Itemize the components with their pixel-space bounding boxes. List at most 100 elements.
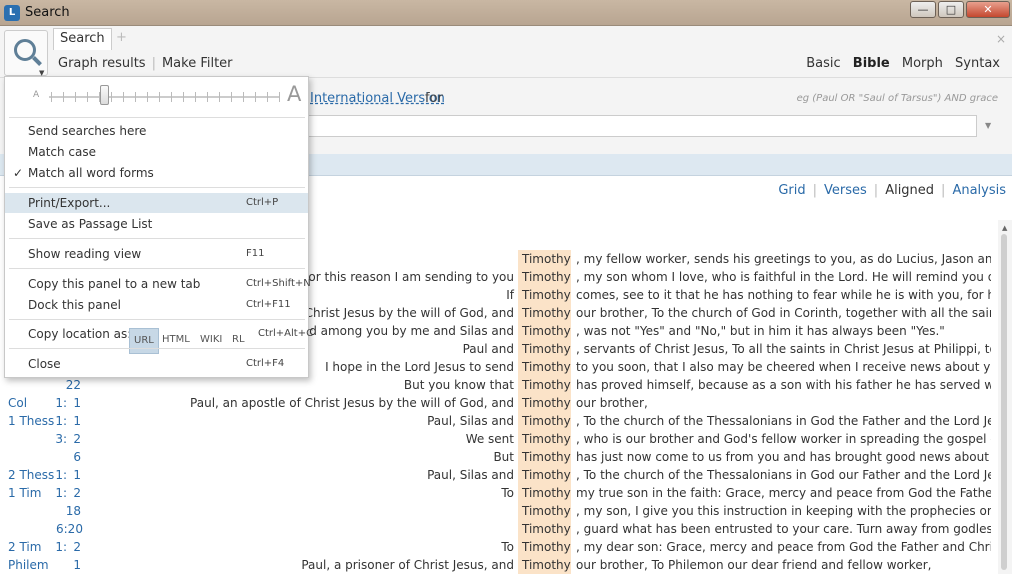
result-row[interactable]: Col 1: 1 Paul, an apostle of Christ Jesus b…: [0, 394, 998, 412]
scroll-up-icon[interactable]: ▲: [1002, 224, 1007, 232]
result-book-ref[interactable]: Col: [8, 394, 27, 412]
menu-item-label: Copy this panel to a new tab: [28, 277, 201, 291]
slider-tick: [171, 92, 172, 102]
result-verse-ref[interactable]: 6: [56, 448, 81, 466]
add-tab-button[interactable]: +: [116, 30, 127, 45]
result-context-after: , my son, I give you this instruction in…: [576, 504, 991, 518]
minimize-button[interactable]: —: [910, 1, 936, 18]
menu-separator: [9, 348, 305, 349]
close-panel-icon[interactable]: ×: [996, 32, 1006, 46]
result-match-term: Timothy: [518, 304, 571, 322]
result-verse-ref[interactable]: 2: [56, 484, 81, 502]
slider-tick: [51, 92, 52, 102]
result-row[interactable]: Philem 1 Paul, a prisoner of Christ Jesus,…: [0, 556, 998, 574]
result-context-after: , servants of Christ Jesus, To all the s…: [576, 342, 991, 356]
result-context-before: Paul, Silas and: [427, 414, 514, 428]
result-context-after: my true son in the faith: Grace, mercy a…: [576, 486, 991, 500]
mode-morph[interactable]: Morph: [902, 56, 943, 71]
slider-tick: [207, 92, 208, 102]
result-row[interactable]: 1 Tim 1: 2 To Timothy my true son in the fait…: [0, 484, 998, 502]
result-context-after: , my fellow worker, sends his greetings …: [576, 252, 991, 266]
menu-close[interactable]: Close Ctrl+F4: [5, 354, 308, 374]
result-row[interactable]: 2 Thess 1: 1 Paul, Silas and Timothy, To the…: [0, 466, 998, 484]
result-row[interactable]: 22 But you know that Timothy has proved him…: [0, 376, 998, 394]
result-verse-ref[interactable]: 2: [56, 538, 81, 556]
graph-results-link[interactable]: Graph results: [58, 56, 146, 71]
result-row[interactable]: 3: 2 We sent Timothy, who is our brother an…: [0, 430, 998, 448]
separator: |: [151, 56, 156, 71]
result-row[interactable]: 18 Timothy , my son, I give you this instr…: [0, 502, 998, 520]
result-context-before: We sent: [465, 432, 514, 446]
slider-tick: [219, 92, 220, 102]
menu-item-label: Close: [28, 357, 61, 371]
result-context-after: , my son whom I love, who is faithful in…: [576, 270, 991, 284]
menu-copy-panel-new-tab[interactable]: Copy this panel to a new tab Ctrl+Shift+…: [5, 274, 311, 294]
make-filter-link[interactable]: Make Filter: [162, 56, 233, 71]
search-mode-tabs: Basic Bible Morph Syntax: [798, 56, 1000, 71]
menu-item-label: Show reading view: [28, 247, 142, 261]
separator: |: [812, 183, 818, 198]
copy-format-url[interactable]: URL: [129, 328, 159, 354]
result-verse-ref[interactable]: 1: [56, 466, 81, 484]
result-book-ref[interactable]: Philem: [8, 556, 49, 574]
result-context-after: our brother,: [576, 396, 648, 410]
menu-item-label: Send searches here: [28, 124, 147, 138]
panel-menu-button[interactable]: ▼: [4, 30, 48, 77]
result-context-after: , was not "Yes" and "No," but in him it …: [576, 324, 945, 338]
menu-dock-panel[interactable]: Dock this panel Ctrl+F11: [5, 295, 308, 315]
result-context-after: , guard what has been entrusted to your …: [576, 522, 991, 536]
result-match-term: Timothy: [518, 556, 571, 574]
result-row[interactable]: 1 Thess 1: 1 Paul, Silas and Timothy, To the…: [0, 412, 998, 430]
result-context-after: has proved himself, because as a son wit…: [576, 378, 991, 392]
result-context-after: , my dear son: Grace, mercy and peace fr…: [576, 540, 991, 554]
menu-match-case[interactable]: Match case: [5, 142, 308, 162]
result-verse-ref[interactable]: 1: [56, 394, 81, 412]
slider-tick: [123, 92, 124, 102]
menu-match-all-word-forms[interactable]: ✓ Match all word forms: [5, 163, 308, 183]
view-switcher: Grid | Verses | Aligned | Analysis: [778, 183, 1006, 198]
font-size-slider[interactable]: [49, 96, 279, 98]
result-context-before: Paul and: [462, 342, 514, 356]
menu-save-passage-list[interactable]: Save as Passage List: [5, 214, 308, 234]
view-aligned[interactable]: Aligned: [885, 183, 934, 198]
result-row[interactable]: 6 But Timothy has just now come to us from …: [0, 448, 998, 466]
menu-item-label: Match case: [28, 145, 97, 159]
slider-tick: [111, 92, 112, 102]
result-verse-ref[interactable]: 18: [56, 502, 81, 520]
mode-bible[interactable]: Bible: [853, 56, 890, 71]
view-verses[interactable]: Verses: [824, 183, 867, 198]
result-book-ref[interactable]: 2 Tim: [8, 538, 41, 556]
mode-syntax[interactable]: Syntax: [955, 56, 1000, 71]
view-grid[interactable]: Grid: [778, 183, 805, 198]
scrollbar-thumb[interactable]: [1001, 234, 1007, 570]
result-context-after: has just now come to us from you and has…: [576, 450, 991, 464]
menu-separator: [9, 187, 305, 188]
slider-tick: [183, 92, 184, 102]
separator: |: [873, 183, 879, 198]
result-verse-ref[interactable]: 2: [56, 430, 81, 448]
result-match-term: Timothy: [518, 412, 571, 430]
menu-send-searches-here[interactable]: Send searches here: [5, 121, 308, 141]
font-size-small-label: A: [33, 90, 40, 100]
search-input[interactable]: [305, 115, 977, 137]
result-match-term: Timothy: [518, 430, 571, 448]
maximize-button[interactable]: □: [938, 1, 964, 18]
result-verse-ref[interactable]: 1: [56, 412, 81, 430]
mode-basic[interactable]: Basic: [806, 56, 840, 71]
result-book-ref[interactable]: 1 Tim: [8, 484, 41, 502]
view-analysis[interactable]: Analysis: [952, 183, 1006, 198]
menu-print-export[interactable]: Print/Export... Ctrl+P: [5, 193, 308, 213]
tab-search[interactable]: Search: [53, 28, 112, 50]
close-window-button[interactable]: ✕: [966, 1, 1010, 18]
app-logo-icon: L: [4, 5, 20, 21]
result-verse-ref[interactable]: 6:20: [56, 520, 83, 538]
search-history-dropdown-icon[interactable]: ▼: [985, 121, 991, 130]
result-row[interactable]: 6:20 Timothy , guard what has been entrust…: [0, 520, 998, 538]
result-verse-ref[interactable]: 22: [56, 376, 81, 394]
menu-show-reading-view[interactable]: Show reading view F11: [5, 244, 308, 264]
font-size-slider-thumb[interactable]: [100, 85, 109, 105]
result-match-term: Timothy: [518, 340, 571, 358]
result-row[interactable]: 2 Tim 1: 2 To Timothy, my dear son: Grace, m…: [0, 538, 998, 556]
result-context-after: our brother, To Philemon our dear friend…: [576, 558, 932, 572]
result-verse-ref[interactable]: 1: [56, 556, 81, 574]
